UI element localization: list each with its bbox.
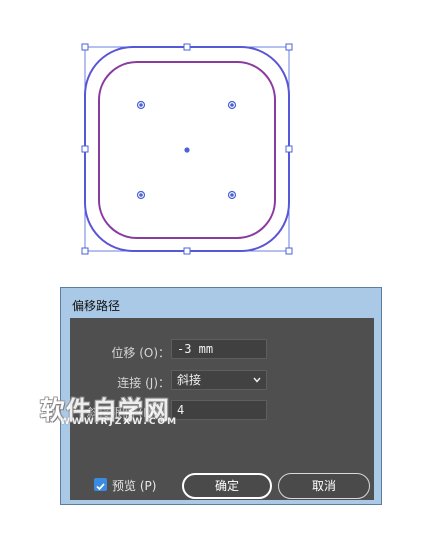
handle-bottom-left[interactable] [81, 247, 89, 255]
artwork-canvas [81, 43, 293, 255]
checkmark-icon [96, 483, 105, 491]
handle-bottom-right[interactable] [285, 247, 293, 255]
handle-top-left[interactable] [81, 43, 89, 51]
offset-input[interactable]: -3 mm [171, 339, 267, 359]
preview-label: 预览 (P) [112, 479, 157, 493]
handle-bottom-center[interactable] [183, 247, 191, 255]
corner-widget-top-left[interactable] [136, 100, 146, 110]
joins-select[interactable]: 斜接 [171, 370, 267, 390]
handle-top-right[interactable] [285, 43, 293, 51]
handle-middle-right[interactable] [285, 145, 293, 153]
chevron-down-icon [253, 377, 261, 383]
corner-widget-bottom-right[interactable] [227, 190, 237, 200]
center-point[interactable] [184, 147, 190, 153]
miter-limit-input[interactable]: 4 [171, 400, 267, 420]
corner-widget-top-right[interactable] [227, 100, 237, 110]
dialog-title: 偏移路径 [72, 299, 121, 313]
corner-widget-bottom-left[interactable] [136, 190, 146, 200]
ok-button[interactable]: 确定 [182, 473, 272, 499]
handle-top-center[interactable] [183, 43, 191, 51]
watermark-url: WWW.RJZXW.COM [60, 417, 179, 427]
joins-selected-value: 斜接 [177, 373, 202, 387]
preview-checkbox[interactable] [94, 478, 107, 491]
handle-middle-left[interactable] [81, 145, 89, 153]
offset-label: 位移 (O)： [111, 346, 170, 360]
cancel-button[interactable]: 取消 [278, 473, 370, 499]
joins-label: 连接 (J)： [117, 376, 170, 390]
